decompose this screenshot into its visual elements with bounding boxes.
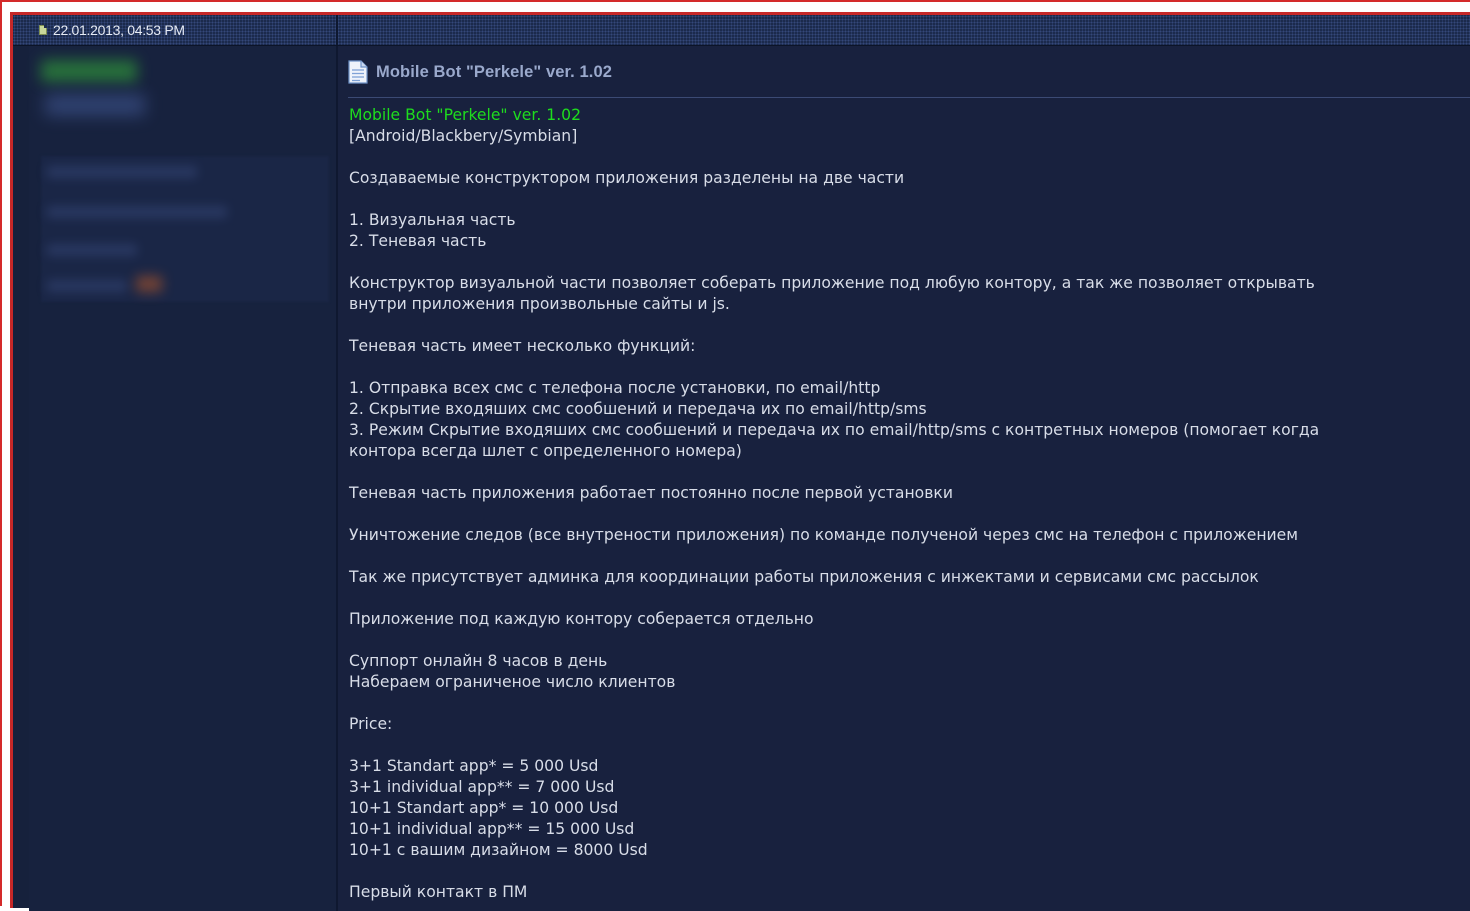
user-info-line <box>47 166 197 178</box>
price-item: 10+1 с вашим дизайном = 8000 Usd <box>349 841 648 859</box>
post-body-line: Суппорт онлайн 8 часов в день <box>349 652 608 670</box>
post-body-blank <box>349 588 1470 609</box>
post-date-text: 22.01.2013, 04:53 PM <box>53 22 185 38</box>
post-date: 22.01.2013, 04:53 PM <box>39 22 185 38</box>
post-body-line: 2. Скрытие входяших смс сообшений и пере… <box>349 400 927 418</box>
post-body-blank <box>349 462 1470 483</box>
post-body-line: 2. Теневая часть <box>349 232 487 250</box>
post-body-blank <box>349 546 1470 567</box>
post-body-blank <box>349 252 1470 273</box>
post-body-line: внутри приложения произвольные сайты и j… <box>349 295 730 313</box>
post-body-blank <box>349 630 1470 651</box>
post-body-line: Набераем ограниченое число клиентов <box>349 673 676 691</box>
document-icon <box>348 60 368 84</box>
post-header-bar: 22.01.2013, 04:53 PM <box>13 15 1470 46</box>
price-item: 3+1 Standart app* = 5 000 Usd <box>349 757 599 775</box>
price-item: 10+1 individual app** = 15 000 Usd <box>349 820 635 838</box>
post-body-line: Приложение под каждую контору соберается… <box>349 610 814 628</box>
user-info-line <box>47 206 227 218</box>
price-item: 10+1 Standart app* = 10 000 Usd <box>349 799 619 817</box>
post-body-line: Так же присутствует админка для координа… <box>349 568 1259 586</box>
post-body-line: 3. Режим Скрытие входяших смс сообшений … <box>349 421 1320 439</box>
user-info-line <box>47 280 127 292</box>
post-body: Mobile Bot "Perkele" ver. 1.02 [Android/… <box>349 105 1470 903</box>
post-body-line: 1. Отправка всех смс с телефона после ус… <box>349 379 881 397</box>
post-body-blank <box>349 504 1470 525</box>
user-sidebar <box>29 46 338 911</box>
post-body-line: Уничтожение следов (все внутрености прил… <box>349 526 1299 544</box>
post-status-icon <box>39 25 47 35</box>
post-body-heading: Mobile Bot "Perkele" ver. 1.02 <box>349 106 582 124</box>
user-info-redacted <box>41 156 329 302</box>
post-body-line: 1. Визуальная часть <box>349 211 516 229</box>
post-body-blank <box>349 693 1470 714</box>
post-body-blank <box>349 735 1470 756</box>
price-heading: Price: <box>349 715 393 733</box>
user-identity-redacted <box>41 60 145 120</box>
post-body-blank <box>349 189 1470 210</box>
user-badge-redacted <box>136 276 162 292</box>
post-body-line: Создаваемые конструктором приложения раз… <box>349 169 905 187</box>
post-body-line: Теневая часть приложения работает постоя… <box>349 484 953 502</box>
post-body-line: [Android/Blackbery/Symbian] <box>349 127 578 145</box>
title-separator <box>348 97 1470 98</box>
post-body-blank <box>349 147 1470 168</box>
header-divider <box>336 15 338 45</box>
post-body-line: Конструктор визуальной части позволяет с… <box>349 274 1315 292</box>
screenshot-frame: 22.01.2013, 04:53 PM Mobile Bot "Perkele… <box>0 0 1470 911</box>
post-body-line: Первый контакт в ПМ <box>349 883 528 901</box>
price-item: 3+1 individual app** = 7 000 Usd <box>349 778 615 796</box>
forum-post-container: 22.01.2013, 04:53 PM Mobile Bot "Perkele… <box>10 12 1470 911</box>
post-body-line: Теневая часть имеет несколько функций: <box>349 337 696 355</box>
post-body-blank <box>349 315 1470 336</box>
post-body-blank <box>349 861 1470 882</box>
username-redacted[interactable] <box>41 60 137 82</box>
post-content: Mobile Bot "Perkele" ver. 1.02 Mobile Bo… <box>338 46 1470 911</box>
post-body-line: контора всегда шлет с определенного номе… <box>349 442 742 460</box>
user-info-line <box>47 244 137 256</box>
post-title-row: Mobile Bot "Perkele" ver. 1.02 <box>348 60 612 84</box>
post-title: Mobile Bot "Perkele" ver. 1.02 <box>376 62 612 81</box>
post-body-blank <box>349 357 1470 378</box>
user-title-redacted <box>45 94 145 116</box>
